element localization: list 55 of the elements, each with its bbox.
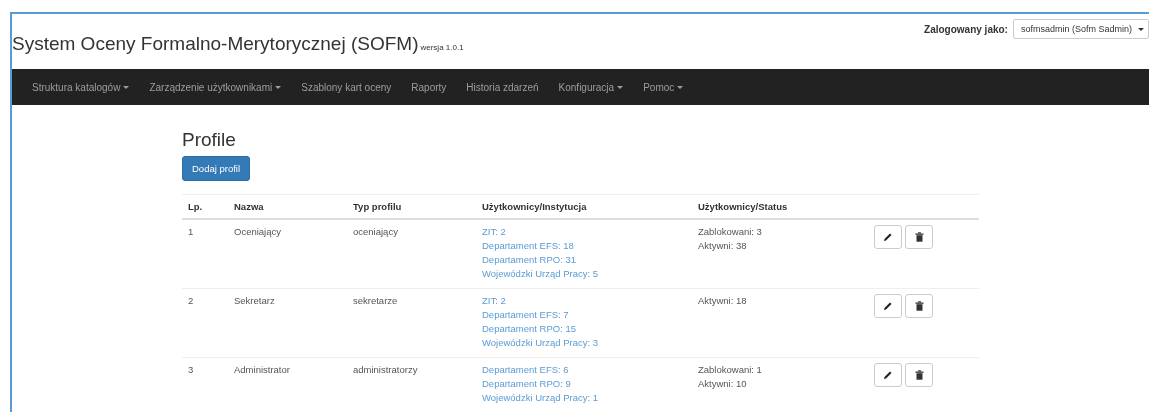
app-title: System Oceny Formalno-Merytorycznej (SOFM) [12, 33, 419, 55]
nav-item[interactable]: Struktura katalogów [22, 81, 140, 93]
institution-link[interactable]: Departament EFS: 6 [482, 364, 569, 375]
institution-link[interactable]: Departament EFS: 7 [482, 309, 569, 320]
column-header: Nazwa [228, 194, 347, 219]
table-cell: 1 [188, 226, 194, 237]
trash-icon [914, 232, 924, 242]
nav-item[interactable]: Pomoc [633, 81, 694, 93]
user-dropdown[interactable]: sofmsadmin (Sofm Sadmin) [1012, 19, 1149, 39]
nav-item[interactable]: Raporty [401, 81, 457, 93]
column-header: Typ profilu [347, 194, 476, 219]
edit-button[interactable] [874, 363, 902, 387]
institution-link[interactable]: Wojewódzki Urząd Pracy: 1 [482, 392, 598, 403]
nav-item[interactable]: Szablony kart oceny [291, 81, 402, 93]
delete-button[interactable] [905, 363, 933, 387]
delete-button[interactable] [905, 294, 933, 318]
trash-icon [914, 301, 924, 311]
table-cell: Sekretarz [234, 295, 275, 306]
column-header: Lp. [182, 194, 228, 219]
institution-link[interactable]: Wojewódzki Urząd Pracy: 5 [482, 268, 598, 279]
institution-link[interactable]: Departament RPO: 31 [482, 254, 576, 265]
table-cell: sekretarze [353, 295, 398, 306]
institution-link[interactable]: ZIT: 2 [482, 226, 506, 237]
column-header: Użytkownicy/Status [692, 194, 868, 219]
institution-link[interactable]: Departament EFS: 18 [482, 240, 574, 251]
status-text: Aktywni: 18 [698, 295, 747, 306]
nav-item[interactable]: Konfiguracja [548, 81, 634, 93]
status-text: Aktywni: 10 [698, 378, 747, 389]
page-title: Profile [182, 129, 237, 151]
table-cell: 2 [188, 295, 194, 306]
table-cell: Oceniający [234, 226, 281, 237]
table-cell: Administrator [234, 364, 290, 375]
delete-button[interactable] [905, 225, 933, 249]
institution-link[interactable]: Wojewódzki Urząd Pracy: 3 [482, 337, 598, 348]
nav-item[interactable]: Historia zdarzeń [456, 81, 549, 93]
nav-item[interactable]: Zarządzenie użytkownikami [139, 81, 292, 93]
institution-link[interactable]: ZIT: 2 [482, 295, 506, 306]
pencil-icon [883, 370, 893, 380]
trash-icon [914, 370, 924, 380]
login-label: Zalogowany jako: [924, 23, 1008, 35]
add-profile-button[interactable]: Dodaj profil [182, 156, 251, 181]
pencil-icon [883, 301, 893, 311]
table-cell: oceniający [353, 226, 398, 237]
institution-link[interactable]: Departament RPO: 9 [482, 378, 571, 389]
status-text: Zablokowani: 3 [698, 226, 762, 237]
institution-link[interactable]: Departament RPO: 15 [482, 323, 576, 334]
column-header: Użytkownicy/Instytucja [476, 194, 692, 219]
edit-button[interactable] [874, 294, 902, 318]
status-text: Aktywni: 38 [698, 240, 747, 251]
table-cell: 3 [188, 364, 194, 375]
edit-button[interactable] [874, 225, 902, 249]
pencil-icon [883, 232, 893, 242]
table-cell: administratorzy [353, 364, 418, 375]
status-text: Zablokowani: 1 [698, 364, 762, 375]
version-label: wersja 1.0.1 [420, 43, 464, 52]
